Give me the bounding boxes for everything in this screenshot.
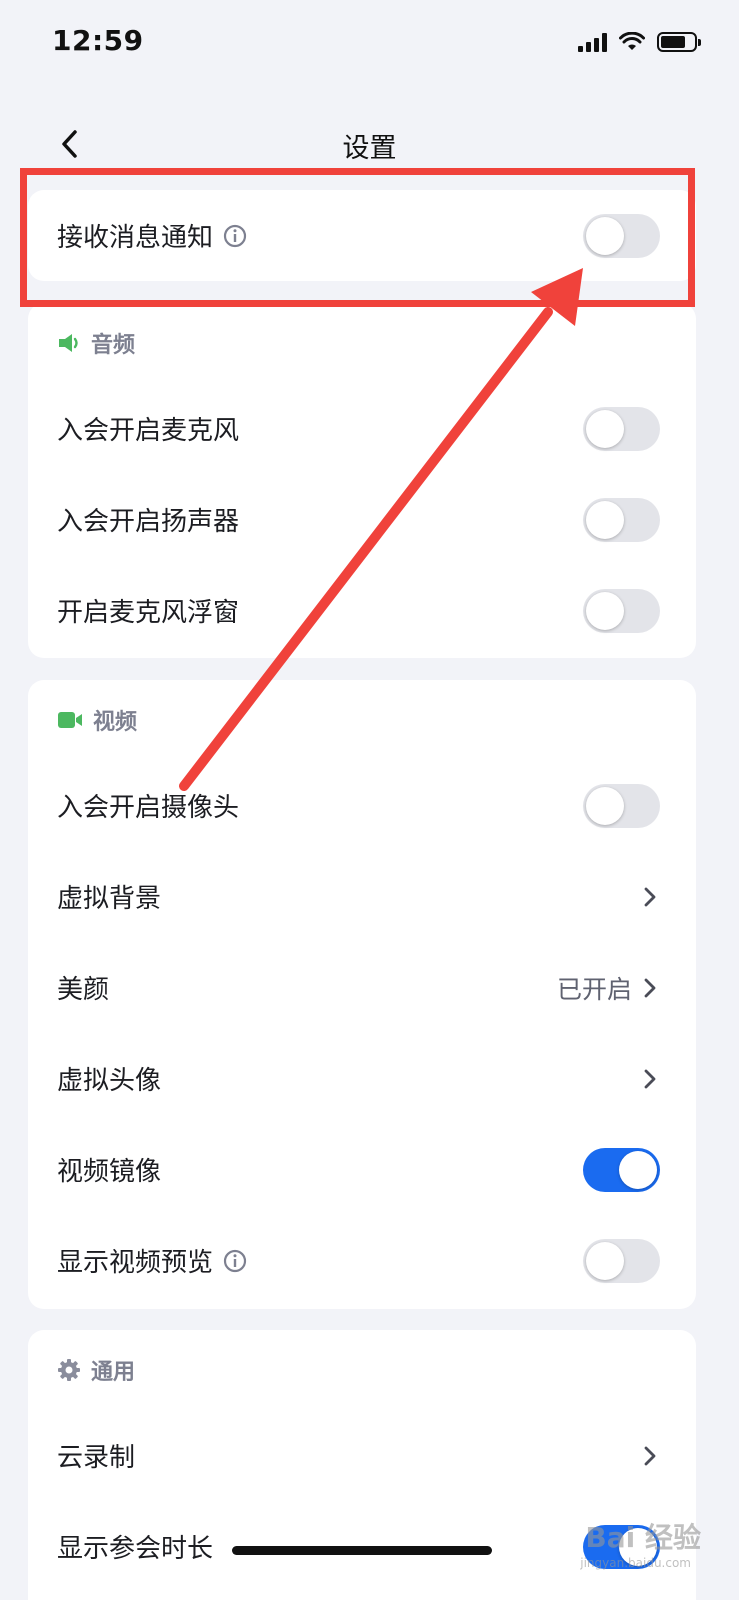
preview-toggle[interactable] [583,1238,660,1283]
chevron-right-icon [640,1067,660,1091]
video-row-preview: 显示视频预览 [28,1215,696,1306]
video-row-virtual-bg[interactable]: 虚拟背景 [28,851,696,942]
video-row-mirror: 视频镜像 [28,1124,696,1215]
audio-row-mic: 入会开启麦克风 [28,383,696,474]
chevron-right-icon [640,976,660,1000]
chevron-right-icon [640,885,660,909]
video-row-virtual-avatar[interactable]: 虚拟头像 [28,1033,696,1124]
video-header-label: 视频 [93,710,138,735]
video-card: 视频 入会开启摄像头 虚拟背景 美颜 已开启 虚拟头像 视频镜像 显示视频预览 [28,680,696,1309]
general-section-header: 通用 [28,1330,696,1410]
notification-label: 接收消息通知 [57,223,214,253]
beauty-value: 已开启 [556,974,632,1004]
camera-icon [57,710,83,730]
mic-float-label: 开启麦克风浮窗 [57,598,240,628]
virtual-bg-label: 虚拟背景 [57,884,162,914]
audio-row-speaker: 入会开启扬声器 [28,474,696,565]
audio-section-header: 音频 [28,303,696,383]
status-time: 12:59 [52,24,144,57]
camera-toggle[interactable] [583,783,660,828]
notification-toggle[interactable] [583,213,660,258]
wifi-icon [619,32,645,50]
mic-label: 入会开启麦克风 [57,416,240,446]
video-section-header: 视频 [28,680,696,760]
video-row-camera: 入会开启摄像头 [28,760,696,851]
speaker-icon [57,332,81,354]
gear-icon [57,1358,81,1382]
battery-icon [657,32,701,52]
mirror-label: 视频镜像 [57,1157,162,1187]
mirror-toggle[interactable] [583,1147,660,1192]
show-duration-label: 显示参会时长 [57,1534,214,1564]
status-icons [578,32,701,52]
speaker-toggle[interactable] [583,497,660,542]
home-indicator [232,1546,492,1555]
chevron-right-icon [640,1444,660,1468]
general-row-cloud-record[interactable]: 云录制 [28,1410,696,1501]
notification-card: 接收消息通知 [28,190,696,281]
info-icon[interactable] [223,1249,247,1273]
beauty-label: 美颜 [57,975,110,1005]
speaker-label: 入会开启扬声器 [57,507,240,537]
audio-card: 音频 入会开启麦克风 入会开启扬声器 开启麦克风浮窗 [28,303,696,658]
nav-bar: 设置 [0,120,739,170]
preview-label: 显示视频预览 [57,1248,214,1278]
camera-label: 入会开启摄像头 [57,793,240,823]
watermark-logo: Bai 经验 [585,1521,701,1554]
audio-header-label: 音频 [91,333,136,358]
video-row-beauty[interactable]: 美颜 已开启 [28,942,696,1033]
cellular-signal-icon [578,32,607,52]
info-icon[interactable] [223,224,247,248]
mic-toggle[interactable] [583,406,660,451]
mic-float-toggle[interactable] [583,588,660,633]
virtual-avatar-label: 虚拟头像 [57,1066,162,1096]
audio-row-mic-float: 开启麦克风浮窗 [28,565,696,656]
notification-row: 接收消息通知 [28,190,696,281]
page-title: 设置 [342,133,397,164]
cloud-record-label: 云录制 [57,1443,136,1473]
general-header-label: 通用 [91,1360,136,1385]
watermark-url: jingyan.baidu.com [580,1556,691,1570]
status-bar: 12:59 [0,0,739,90]
